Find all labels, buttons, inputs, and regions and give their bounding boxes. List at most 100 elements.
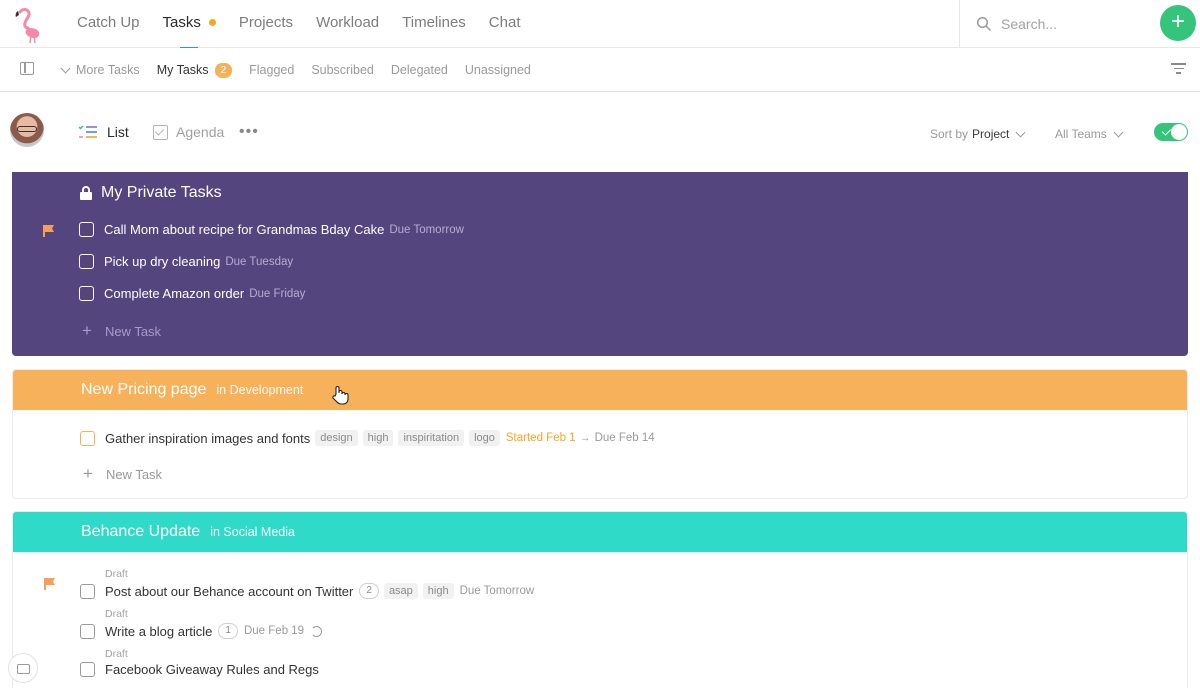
count-badge: 2 bbox=[214, 62, 233, 78]
sort-prefix: Sort by bbox=[930, 127, 969, 141]
add-button[interactable]: + bbox=[1160, 5, 1196, 41]
task-title[interactable]: Complete Amazon order bbox=[104, 286, 244, 301]
filter-icon[interactable] bbox=[1171, 63, 1186, 75]
tag[interactable]: asap bbox=[383, 583, 418, 599]
nav-tab-timelines[interactable]: Timelines bbox=[402, 0, 466, 48]
task-due-date: Due Tomorrow bbox=[389, 223, 464, 236]
task-row[interactable]: Complete Amazon order Due Friday bbox=[79, 286, 305, 301]
filter-tab-label: Flagged bbox=[249, 63, 295, 77]
toggle-knob bbox=[1171, 124, 1187, 140]
task-due-date: Due Tuesday bbox=[225, 255, 294, 268]
task-row[interactable]: Pick up dry cleaning Due Tuesday bbox=[79, 254, 293, 269]
filter-tab-unassigned[interactable]: Unassigned bbox=[465, 63, 531, 77]
draft-label: Draft bbox=[105, 608, 128, 620]
filter-tab-subscribed[interactable]: Subscribed bbox=[311, 63, 374, 77]
filter-tab-delegated[interactable]: Delegated bbox=[391, 63, 448, 77]
nav-tab-projects[interactable]: Projects bbox=[239, 0, 293, 48]
new-task-button[interactable]: + New Task bbox=[82, 321, 161, 341]
task-due-date: Due Friday bbox=[249, 287, 306, 300]
task-checkbox[interactable] bbox=[79, 254, 94, 269]
draft-label: Draft bbox=[105, 568, 128, 580]
nav-tab-label: Workload bbox=[316, 14, 380, 31]
archive-button[interactable] bbox=[8, 653, 38, 683]
more-tasks-label: More Tasks bbox=[76, 63, 140, 77]
task-start-date: Started Feb 1 bbox=[505, 432, 576, 444]
nav-tab-label: Projects bbox=[238, 14, 294, 31]
agenda-view-label: Agenda bbox=[176, 124, 225, 140]
task-checkbox[interactable] bbox=[80, 662, 95, 677]
task-row[interactable]: Facebook Giveaway Rules and Regs bbox=[80, 662, 319, 677]
project-section: New Pricing page in Development Gather i… bbox=[12, 369, 1188, 499]
nav-tab-catch-up[interactable]: Catch Up bbox=[77, 0, 140, 48]
task-row[interactable]: Gather inspiration images and fonts desi… bbox=[80, 430, 655, 446]
project-header: New Pricing page in Development bbox=[13, 370, 1187, 410]
chevron-down-icon bbox=[60, 63, 71, 73]
avatar-glasses bbox=[17, 126, 37, 132]
task-title[interactable]: Post about our Behance account on Twitte… bbox=[105, 584, 353, 599]
filter-tab-label: My Tasks bbox=[156, 63, 209, 77]
task-row[interactable]: Write a blog article 1 Due Feb 19 bbox=[80, 623, 323, 639]
project-name[interactable]: New Pricing page bbox=[81, 381, 206, 399]
task-checkbox[interactable] bbox=[79, 222, 94, 237]
archive-icon bbox=[17, 664, 30, 674]
tag[interactable]: logo bbox=[469, 430, 500, 446]
show-completed-toggle[interactable] bbox=[1154, 123, 1188, 141]
notification-dot bbox=[208, 18, 216, 26]
agenda-view-button[interactable]: Agenda bbox=[153, 121, 224, 143]
task-checkbox[interactable] bbox=[80, 583, 95, 599]
task-row[interactable]: Post about our Behance account on Twitte… bbox=[80, 583, 534, 599]
tag[interactable]: high bbox=[362, 430, 394, 446]
new-task-button[interactable]: + New Task bbox=[83, 464, 162, 484]
search-input[interactable] bbox=[1001, 12, 1141, 36]
comment-count-badge: 1 bbox=[218, 623, 238, 639]
task-due-date: Due Feb 14 bbox=[594, 432, 655, 444]
task-checkbox[interactable] bbox=[80, 623, 95, 639]
avatar[interactable] bbox=[10, 113, 44, 147]
task-title[interactable]: Gather inspiration images and fonts bbox=[105, 431, 310, 446]
task-row[interactable]: Call Mom about recipe for Grandmas Bday … bbox=[79, 222, 464, 237]
flag-icon[interactable] bbox=[44, 578, 56, 590]
filter-tab-flagged[interactable]: Flagged bbox=[249, 63, 294, 77]
search-icon bbox=[976, 16, 991, 31]
list-view-label: List bbox=[107, 124, 129, 140]
nav-tab-chat[interactable]: Chat bbox=[489, 0, 521, 48]
task-title[interactable]: Facebook Giveaway Rules and Regs bbox=[105, 662, 319, 677]
top-navigation-bar: Catch Up Tasks Projects Workload Timelin… bbox=[0, 0, 1200, 49]
arrow-right-icon: → bbox=[579, 432, 591, 444]
sort-by-dropdown[interactable]: Sort by Project bbox=[930, 127, 1026, 141]
filter-tab-my-tasks[interactable]: My Tasks 2 bbox=[156, 62, 233, 78]
sidebar-toggle-icon[interactable] bbox=[20, 62, 34, 75]
task-title[interactable]: Pick up dry cleaning bbox=[104, 254, 220, 269]
project-header: Behance Update in Social Media bbox=[13, 512, 1187, 552]
teams-dropdown[interactable]: All Teams bbox=[1055, 127, 1124, 141]
teams-label: All Teams bbox=[1055, 127, 1107, 141]
task-filter-tabs: More Tasks My Tasks 2 Flagged Subscribed … bbox=[60, 48, 548, 92]
task-title[interactable]: Write a blog article bbox=[105, 624, 212, 639]
task-filter-bar: More Tasks My Tasks 2 Flagged Subscribed … bbox=[0, 48, 1200, 92]
sort-value: Project bbox=[972, 127, 1010, 141]
task-checkbox[interactable] bbox=[80, 430, 95, 446]
nav-tab-workload[interactable]: Workload bbox=[316, 0, 379, 48]
task-checkbox[interactable] bbox=[79, 286, 94, 301]
list-view-button[interactable]: List bbox=[78, 121, 129, 143]
flamingo-logo-icon[interactable] bbox=[8, 4, 48, 44]
tag[interactable]: inspiritation bbox=[398, 430, 465, 446]
tag[interactable]: high bbox=[422, 583, 454, 599]
plus-icon: + bbox=[82, 321, 92, 340]
project-name[interactable]: Behance Update bbox=[81, 523, 200, 541]
task-due-date: Due Feb 19 bbox=[243, 625, 305, 637]
task-title[interactable]: Call Mom about recipe for Grandmas Bday … bbox=[104, 222, 384, 237]
list-icon bbox=[78, 125, 97, 138]
more-tasks-dropdown[interactable]: More Tasks bbox=[60, 63, 140, 77]
nav-tab-label: Chat bbox=[488, 14, 521, 31]
project-section: Behance Update in Social Media Draft Pos… bbox=[12, 511, 1188, 688]
more-options-icon[interactable]: ••• bbox=[239, 123, 259, 141]
chevron-down-icon bbox=[1113, 127, 1124, 137]
lock-icon bbox=[80, 186, 92, 200]
flag-icon[interactable] bbox=[43, 225, 55, 237]
chevron-down-icon bbox=[1015, 127, 1026, 137]
nav-tab-tasks[interactable]: Tasks bbox=[162, 0, 216, 49]
nav-tab-label: Tasks bbox=[162, 14, 201, 31]
repeat-icon bbox=[311, 625, 323, 637]
tag[interactable]: design bbox=[315, 430, 358, 446]
